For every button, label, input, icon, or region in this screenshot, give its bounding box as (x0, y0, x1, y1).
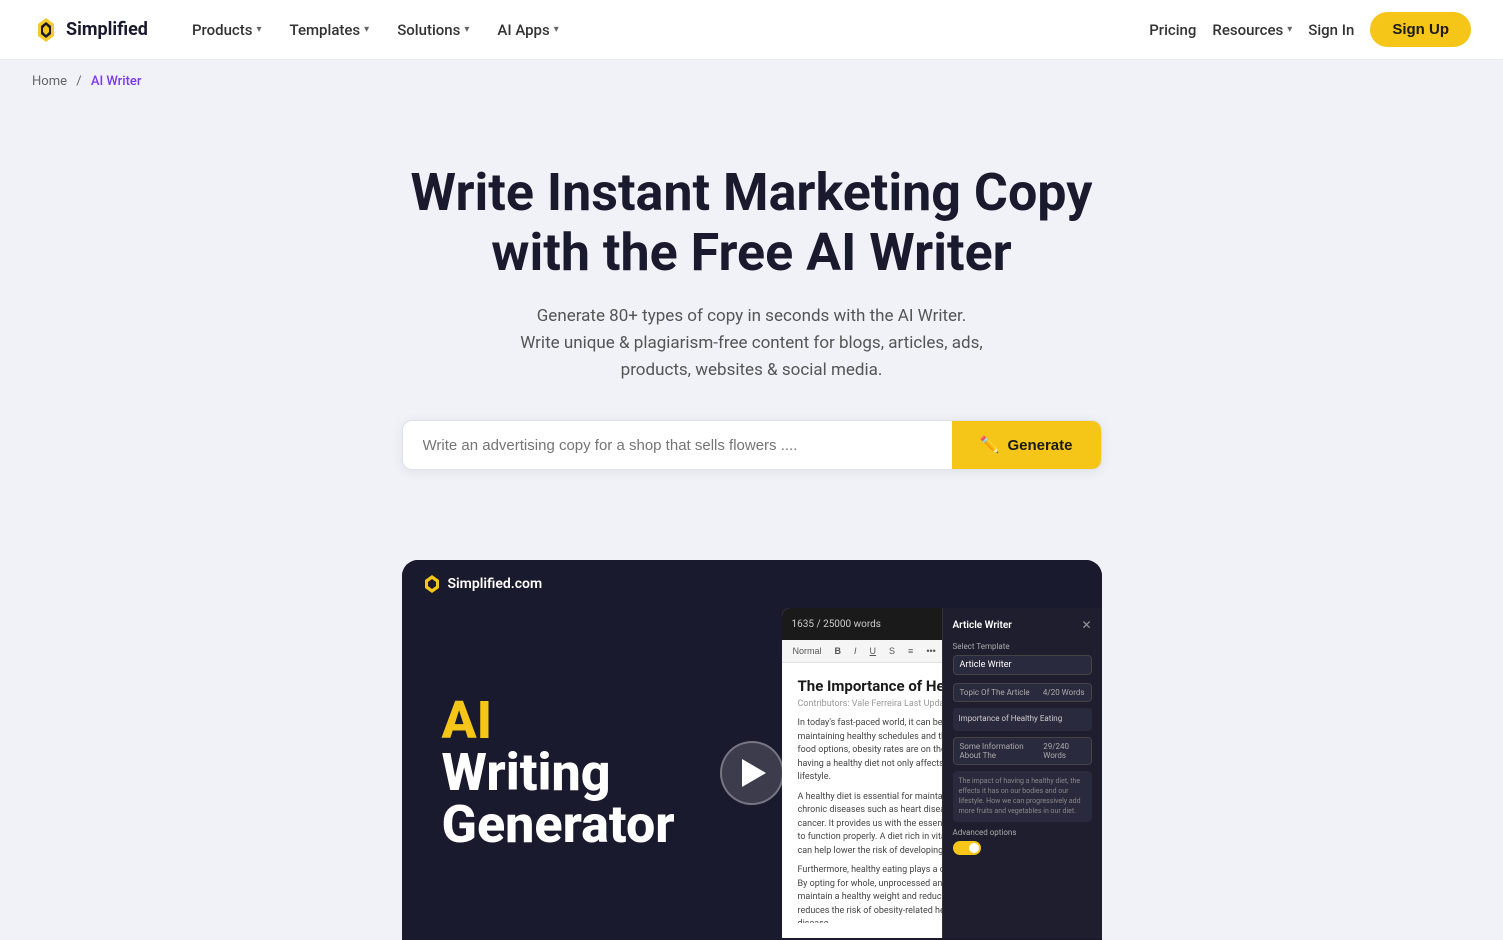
video-logo-icon (422, 574, 442, 594)
article-writer-title: Article Writer (953, 620, 1012, 631)
toolbar-bold[interactable]: B (830, 644, 847, 658)
toolbar-italic[interactable]: I (849, 644, 862, 658)
logo-text: Simplified (66, 19, 148, 40)
topic-info: Importance of Healthy Eating (953, 708, 1092, 731)
nav-signup-button[interactable]: Sign Up (1370, 12, 1471, 47)
template-select[interactable]: Article Writer (953, 655, 1092, 675)
video-generator-label: Generator (442, 799, 752, 851)
logo-link[interactable]: Simplified (32, 16, 148, 44)
play-icon (742, 759, 766, 787)
article-writer-close-button[interactable]: ✕ (1081, 618, 1091, 632)
nav-right: Pricing Resources ▾ Sign In Sign Up (1149, 12, 1471, 47)
breadcrumb-home-link[interactable]: Home (32, 74, 67, 89)
chevron-down-icon: ▾ (554, 24, 559, 35)
toolbar-underline[interactable]: U (865, 644, 882, 658)
breadcrumb-current: AI Writer (91, 74, 142, 89)
some-info-content: The impact of having a healthy diet, the… (953, 771, 1092, 822)
generate-button[interactable]: ✏️ Generate (952, 421, 1101, 469)
video-writing-label: Writing (442, 747, 752, 799)
nav-item-products[interactable]: Products ▾ (180, 13, 274, 47)
video-logo: Simplified.com (422, 574, 543, 594)
advanced-options-label: Advanced options (953, 828, 1092, 837)
advanced-options-toggle[interactable] (953, 841, 981, 855)
topic-field: Topic Of The Article 4/20 Words (953, 683, 1092, 702)
chevron-down-icon: ▾ (464, 24, 469, 35)
video-play-button[interactable] (720, 741, 784, 805)
search-input[interactable] (403, 421, 952, 469)
hero-title: Write Instant Marketing Copy with the Fr… (362, 163, 1142, 283)
article-writer-panel: Article Writer ✕ Select Template Article… (942, 608, 1102, 938)
video-header: Simplified.com (402, 560, 1102, 608)
pencil-icon: ✏️ (980, 435, 1000, 455)
toolbar-more[interactable]: ••• (921, 644, 940, 658)
search-bar: ✏️ Generate (402, 420, 1102, 470)
logo-icon (32, 16, 60, 44)
nav-items: Products ▾ Templates ▾ Solutions ▾ AI Ap… (180, 13, 1149, 47)
video-ai-label: AI (442, 695, 752, 747)
nav-pricing-link[interactable]: Pricing (1149, 21, 1196, 39)
toolbar-strikethrough[interactable]: S (884, 644, 900, 658)
chevron-down-icon: ▾ (256, 24, 261, 35)
video-content: AI Writing Generator 1635 / 25000 words … (402, 608, 1102, 938)
video-preview-section: Simplified.com AI Writing Generator 16 (0, 560, 1503, 940)
hero-section: Write Instant Marketing Copy with the Fr… (0, 103, 1503, 560)
video-doc-wordcount: 1635 / 25000 words (792, 619, 881, 630)
breadcrumb: Home / AI Writer (0, 60, 1503, 103)
navbar: Simplified Products ▾ Templates ▾ Soluti… (0, 0, 1503, 60)
nav-signin-link[interactable]: Sign In (1308, 21, 1354, 39)
video-right-panel: 1635 / 25000 words 482 Words Normal B I … (782, 608, 1102, 938)
template-label: Select Template (953, 642, 1092, 651)
article-writer-header: Article Writer ✕ (953, 618, 1092, 632)
nav-item-solutions[interactable]: Solutions ▾ (385, 13, 481, 47)
some-info-text: The impact of having a healthy diet, the… (959, 777, 1086, 816)
chevron-down-icon: ▾ (364, 24, 369, 35)
nav-item-templates[interactable]: Templates ▾ (278, 13, 382, 47)
video-logo-text: Simplified.com (448, 576, 543, 592)
breadcrumb-separator: / (76, 74, 81, 89)
toolbar-align[interactable]: ≡ (903, 644, 918, 658)
topic-info-title: Importance of Healthy Eating (959, 714, 1086, 723)
hero-subtitle: Generate 80+ types of copy in seconds wi… (472, 303, 1032, 385)
chevron-down-icon: ▾ (1287, 24, 1292, 35)
nav-resources-link[interactable]: Resources ▾ (1212, 21, 1292, 39)
nav-item-aiapps[interactable]: AI Apps ▾ (485, 13, 570, 47)
some-info-field: Some Information About The 29/240 Words (953, 737, 1092, 765)
video-preview-container: Simplified.com AI Writing Generator 16 (402, 560, 1102, 940)
toolbar-normal[interactable]: Normal (788, 644, 827, 658)
